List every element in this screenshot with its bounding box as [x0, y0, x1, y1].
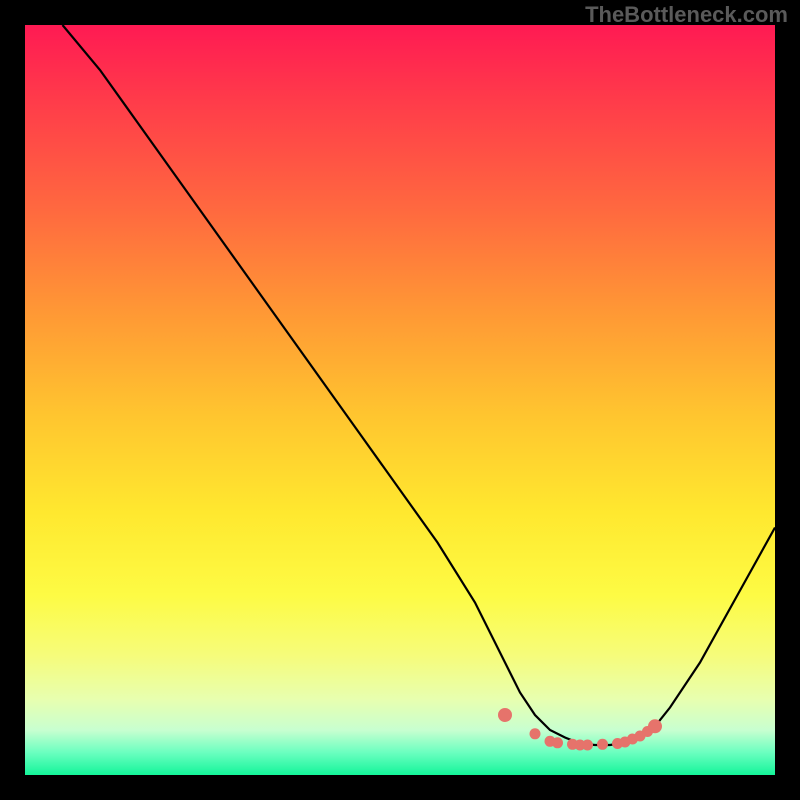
marker-dot [648, 719, 662, 733]
chart-svg [25, 25, 775, 775]
marker-dot [498, 708, 512, 722]
marker-dot [582, 740, 593, 751]
marker-dot [597, 739, 608, 750]
watermark-text: TheBottleneck.com [585, 2, 788, 28]
marker-dot [552, 737, 563, 748]
marker-dot [530, 728, 541, 739]
bottleneck-curve-line [63, 25, 776, 745]
chart-plot-area [25, 25, 775, 775]
optimal-range-markers [498, 708, 662, 751]
